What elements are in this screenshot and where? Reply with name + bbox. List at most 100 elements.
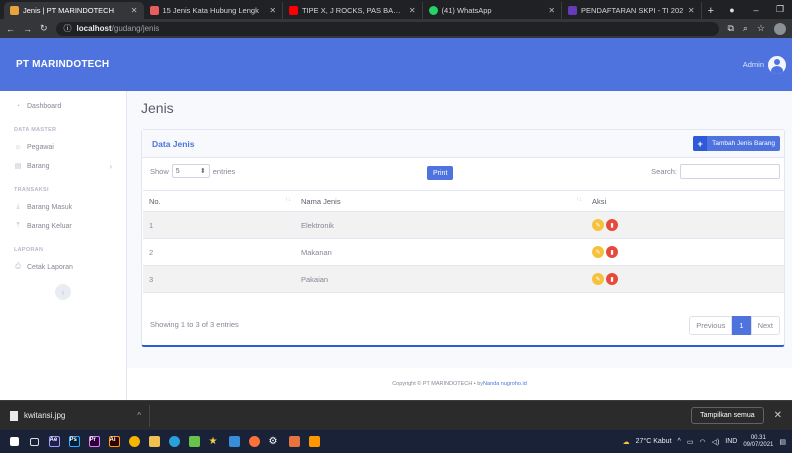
firefox-icon[interactable] [246,430,262,453]
star-app-icon[interactable]: ★ [206,430,222,453]
new-tab-button[interactable]: + [702,2,720,19]
cell-no: 1 [143,211,295,239]
zoom-icon[interactable]: ⌕ [743,23,748,34]
language-indicator[interactable]: IND [725,438,737,445]
user-menu[interactable]: Admin [743,55,792,74]
download-icon: ⤓ [16,203,20,210]
data-card: Data Jenis + Tambah Jenis Barang Show 5 … [141,129,785,347]
trash-icon[interactable]: ▮ [606,246,618,258]
sidebar-item-barang-keluar[interactable]: ⤒ Barang Keluar [0,219,126,233]
close-tab-icon[interactable]: ✕ [409,6,416,15]
clock[interactable]: 00.31 09/07/2021 [743,435,773,449]
brand-title[interactable]: PT MARINDOTECH [16,59,109,70]
download-bar: kwitansi.jpg ^ Tampilkan semua ✕ [0,400,792,430]
chevron-down-icon: ⬍ [199,168,206,175]
xampp-icon[interactable] [286,430,302,453]
restore-icon[interactable]: ❐ [768,4,792,15]
user-avatar-icon [768,55,786,74]
main-content: Jenis Data Jenis + Tambah Jenis Barang S… [127,91,792,400]
sidebar-item-cetak-laporan[interactable]: ⎙ Cetak Laporan [0,260,126,274]
premiere-icon[interactable]: Pr [86,430,102,453]
close-tab-icon[interactable]: ✕ [131,6,138,15]
table-row: 2 Makanan ✎ ▮ [143,238,784,266]
task-view-icon[interactable] [26,430,42,453]
column-header-nama-jenis[interactable]: Nama Jenis ↑↓ [295,190,586,212]
photoshop-icon[interactable]: Ps [66,430,82,453]
page-length-select[interactable]: 5 ⬍ [171,164,210,178]
footer-author-link[interactable]: Nanda nugroho.id [483,381,527,387]
network-icon[interactable]: ◠ [699,438,705,446]
forward-icon[interactable]: → [23,24,32,34]
pagination-previous[interactable]: Previous [689,316,733,335]
battery-icon[interactable]: ▭ [687,438,694,446]
reload-icon[interactable]: ↻ [40,23,48,34]
close-tab-icon[interactable]: ✕ [548,6,555,15]
browser-tab-3[interactable]: (41) WhatsApp ✕ [423,2,563,19]
column-header-no[interactable]: No. ↑↓ [143,190,295,212]
chrome-icon[interactable] [126,430,142,453]
minimize-icon[interactable]: – [744,5,768,15]
table-row: 1 Elektronik ✎ ▮ [143,211,784,239]
sidebar-item-dashboard[interactable]: ◔ Dashboard [0,99,126,113]
folder-icon[interactable] [146,430,162,453]
browser-tab-0[interactable]: Jenis | PT MARINDOTECH ✕ [4,2,144,19]
add-jenis-button[interactable]: + Tambah Jenis Barang [693,136,780,151]
sidebar-toggle-button[interactable]: ‹ [55,284,71,300]
weather-text[interactable]: 27°C Kabut [636,438,672,445]
notification-icon[interactable]: ▤ [779,438,786,446]
edit-icon[interactable]: ✎ [592,219,604,231]
record-icon[interactable]: ● [720,5,744,15]
os-taskbar: Ae Ps Pr Ai ★ ⚙ ☁ 27°C Kabut ^ ▭ ◠ ◁) IN… [0,430,792,453]
sublime-icon[interactable] [306,430,322,453]
weather-icon: ☁ [622,438,630,446]
bookmark-star-icon[interactable]: ☆ [757,23,765,34]
users-icon: ☺ [14,143,22,151]
store-icon[interactable] [186,430,202,453]
chevron-up-icon[interactable]: ^ [137,411,141,420]
show-all-downloads-button[interactable]: Tampilkan semua [691,407,764,424]
trash-icon[interactable]: ▮ [606,219,618,231]
back-icon[interactable]: ← [6,24,15,34]
edit-icon[interactable]: ✎ [592,246,604,258]
photos-icon[interactable] [226,430,242,453]
sidebar-item-pegawai[interactable]: ☺ Pegawai [0,140,126,154]
profile-avatar-icon[interactable] [774,22,786,35]
table-controls: Show 5 ⬍ entries Print Search: [142,162,784,185]
volume-icon[interactable]: ◁) [712,438,720,446]
close-tab-icon[interactable]: ✕ [269,6,276,15]
cell-no: 2 [143,238,295,266]
sidebar-heading-laporan: LAPORAN [14,247,44,253]
pagination-page-1[interactable]: 1 [732,316,751,335]
pagination-next[interactable]: Next [750,316,780,335]
trash-icon[interactable]: ▮ [606,273,618,285]
browser-toolbar: ← → ↻ ⓘ localhost/gudang/jenis ⧉ ⌕ ☆ [0,19,792,38]
close-tab-icon[interactable]: ✕ [688,6,695,15]
cell-no: 3 [143,265,295,293]
windows-start-icon[interactable] [6,430,22,453]
browser-tab-2[interactable]: TIPE X, J ROCKS, PAS BAND, F ✕ [283,2,423,19]
translate-icon[interactable]: ⧉ [727,23,733,34]
close-icon[interactable]: ✕ [774,410,782,421]
browser-tab-1[interactable]: 15 Jenis Kata Hubung Lengk ✕ [144,2,284,19]
search-input[interactable] [680,164,780,179]
illustrator-icon[interactable]: Ai [106,430,122,453]
upload-icon: ⤒ [16,222,20,229]
chevron-right-icon: › [109,161,112,171]
pagination: Previous 1 Next [689,316,780,335]
card-header: Data Jenis + Tambah Jenis Barang [142,130,784,158]
sidebar-item-barang-masuk[interactable]: ⤓ Barang Masuk [0,200,126,214]
favicon-search-icon [149,6,159,15]
print-button[interactable]: Print [427,166,454,180]
download-item[interactable]: kwitansi.jpg ^ [10,404,150,427]
edit-icon[interactable]: ✎ [592,273,604,285]
after-effects-icon[interactable]: Ae [46,430,62,453]
tray-chevron-up-icon[interactable]: ^ [678,438,681,445]
print-icon: ⎙ [15,263,21,270]
sidebar-item-barang[interactable]: ▤ Barang › [0,159,126,173]
settings-gear-icon[interactable]: ⚙ [266,430,282,453]
browser-tab-4[interactable]: PENDAFTARAN SKPI - TI 202 ✕ [562,2,702,19]
sidebar: ◔ Dashboard DATA MASTER ☺ Pegawai ▤ Bara… [0,91,127,400]
info-icon[interactable]: ⓘ [64,23,72,34]
edge-icon[interactable] [166,430,182,453]
address-bar[interactable]: ⓘ localhost/gudang/jenis [55,21,720,36]
